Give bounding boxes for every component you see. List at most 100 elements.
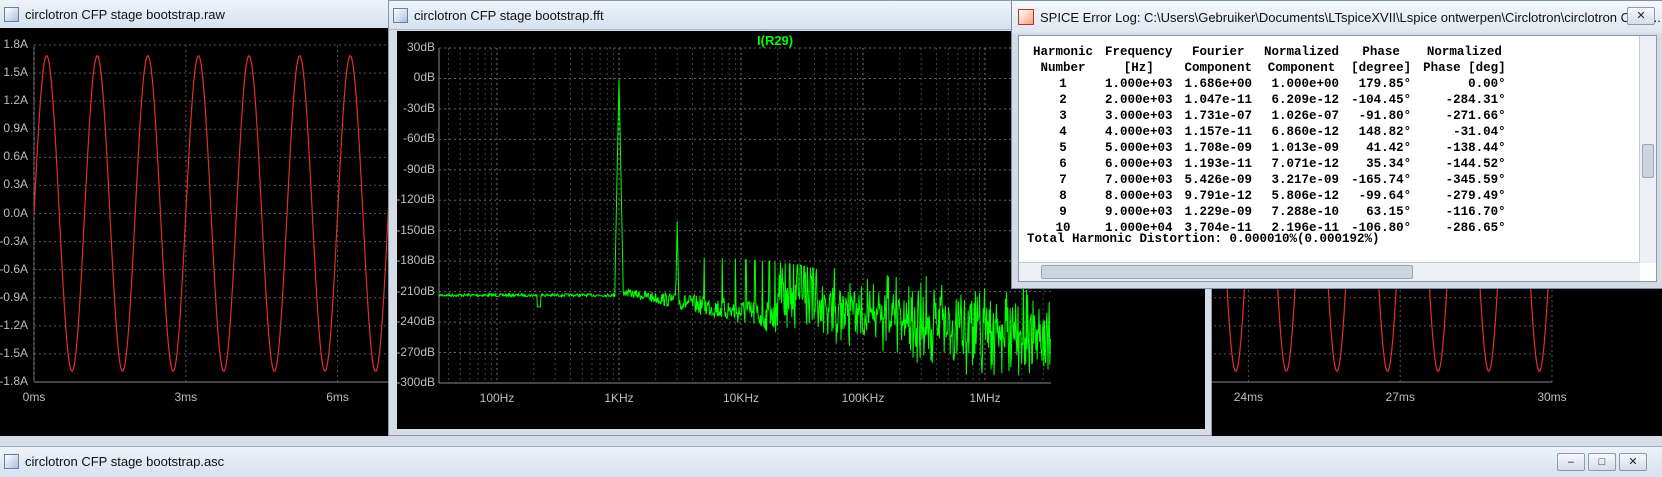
- header-number: Number: [1040, 61, 1086, 75]
- error-log-vertical-scrollbar[interactable]: [1639, 36, 1656, 263]
- horizontal-scroll-thumb[interactable]: [1041, 265, 1413, 279]
- table-cell: 1.193e-11: [1184, 157, 1253, 171]
- schematic-restore-button[interactable]: □: [1588, 453, 1616, 471]
- table-cell: 7: [1059, 173, 1067, 187]
- table-cell: 6.209e-12: [1271, 93, 1340, 107]
- raw-y-tick-label: 1.8A: [3, 37, 28, 51]
- header-component: Component: [1184, 61, 1253, 75]
- schematic-window: circlotron CFP stage bootstrap.asc – □ ✕: [0, 446, 1662, 477]
- fft-x-tick-label: 100KHz: [841, 391, 885, 405]
- fft-y-tick-label: -270dB: [396, 344, 435, 359]
- vertical-scroll-thumb[interactable]: [1642, 144, 1654, 178]
- fft-x-tick-label: 1MHz: [969, 391, 1001, 405]
- fft-y-tick-label: -90dB: [402, 161, 435, 176]
- thd-line: Total Harmonic Distortion: 0.000010%(0.0…: [1027, 232, 1380, 246]
- waveform-doc-icon: [4, 6, 19, 22]
- header-component-2: Component: [1267, 61, 1336, 75]
- table-cell: 1: [1059, 77, 1067, 91]
- table-cell: -116.70°: [1445, 205, 1506, 219]
- header-harmonic: Harmonic: [1033, 45, 1094, 59]
- table-cell: 63.15°: [1366, 205, 1412, 219]
- table-cell: -91.80°: [1358, 109, 1412, 123]
- table-cell: 7.288e-10: [1271, 205, 1340, 219]
- table-cell: -104.45°: [1351, 93, 1412, 107]
- table-cell: 9: [1059, 205, 1067, 219]
- fft-window-title: circlotron CFP stage bootstrap.fft: [414, 7, 604, 23]
- error-log-window: SPICE Error Log: C:\Users\Gebruiker\Docu…: [1011, 0, 1662, 289]
- raw-x-tick-label: 27ms: [1385, 390, 1415, 404]
- table-row: 1 1.000e+03 1.686e+00 1.000e+00 179.85° 0.00°: [1027, 76, 1512, 92]
- error-log-titlebar[interactable]: SPICE Error Log: C:\Users\Gebruiker\Docu…: [1012, 1, 1662, 33]
- table-cell: 3: [1059, 109, 1067, 123]
- header-hz: [Hz]: [1123, 61, 1154, 75]
- fft-x-tick-label: 10KHz: [722, 391, 760, 405]
- table-cell: 6.000e+03: [1105, 157, 1173, 171]
- table-cell: -138.44°: [1445, 141, 1506, 155]
- table-cell: 1.013e-09: [1271, 141, 1340, 155]
- raw-y-tick-label: -1.8A: [0, 374, 28, 388]
- raw-x-tick-label: 6ms: [326, 390, 349, 404]
- error-log-close-button[interactable]: ✕: [1627, 7, 1655, 25]
- table-cell: 179.85°: [1358, 77, 1412, 91]
- table-cell: 5: [1059, 141, 1067, 155]
- table-cell: 1.026e-07: [1271, 109, 1340, 123]
- schematic-window-title: circlotron CFP stage bootstrap.asc: [25, 453, 225, 469]
- header-degree: [degree]: [1351, 61, 1412, 75]
- header-fourier: Fourier: [1192, 45, 1245, 59]
- header-normalized: Normalized: [1264, 45, 1340, 59]
- table-row: 4 4.000e+03 1.157e-11 6.860e-12 148.82° -31.0…: [1027, 124, 1512, 140]
- table-cell: 1.229e-09: [1184, 205, 1253, 219]
- table-cell: 3.000e+03: [1105, 109, 1173, 123]
- fft-x-tick-label: 1KHz: [604, 391, 634, 405]
- raw-x-tick-label: 30ms: [1537, 390, 1567, 404]
- table-cell: 1.000e+03: [1105, 77, 1173, 91]
- raw-y-tick-label: -0.3A: [0, 233, 28, 248]
- table-cell: 2.000e+03: [1105, 93, 1173, 107]
- fft-y-tick-label: 30dB: [406, 40, 435, 54]
- table-cell: 6: [1059, 157, 1067, 171]
- table-cell: 9.791e-12: [1184, 189, 1253, 203]
- schematic-doc-icon: [4, 453, 19, 469]
- table-cell: 8.000e+03: [1105, 189, 1173, 203]
- raw-window-titlebar[interactable]: circlotron CFP stage bootstrap.raw: [0, 0, 390, 29]
- schematic-minimize-button[interactable]: –: [1557, 453, 1585, 471]
- table-cell: 148.82°: [1358, 125, 1412, 139]
- fft-y-tick-label: -60dB: [402, 131, 435, 146]
- fft-x-tick-label: 100Hz: [479, 391, 515, 405]
- header-phase: Phase: [1362, 45, 1400, 59]
- table-cell: 1.047e-11: [1184, 93, 1253, 107]
- table-cell: 1.686e+00: [1184, 77, 1253, 91]
- fft-y-tick-label: -300dB: [396, 375, 435, 389]
- table-cell: 35.34°: [1366, 157, 1412, 171]
- raw-y-tick-label: 0.6A: [3, 149, 28, 164]
- table-cell: 4: [1059, 125, 1067, 139]
- table-row: 8 8.000e+03 9.791e-12 5.806e-12 -99.64° -279.…: [1027, 188, 1512, 204]
- table-cell: -99.64°: [1358, 189, 1412, 203]
- table-cell: 7.000e+03: [1105, 173, 1173, 187]
- header-frequency: Frequency: [1105, 45, 1173, 59]
- table-cell: -31.04°: [1453, 125, 1506, 139]
- raw-y-tick-label: 0.3A: [3, 177, 28, 192]
- table-row: 9 9.000e+03 1.229e-09 7.288e-10 63.15° -116.7…: [1027, 204, 1512, 220]
- fft-y-tick-label: -240dB: [396, 314, 435, 329]
- raw-y-tick-label: -1.2A: [0, 317, 28, 332]
- table-cell: 8: [1059, 189, 1067, 203]
- table-cell: 7.071e-12: [1271, 157, 1340, 171]
- fft-y-tick-label: -30dB: [402, 100, 435, 115]
- fft-spectrum-trace: [438, 78, 1051, 376]
- table-cell: 1.000e+00: [1271, 77, 1340, 91]
- schematic-close-button[interactable]: ✕: [1619, 453, 1647, 471]
- fft-trace-label[interactable]: I(R29): [757, 33, 793, 48]
- table-row: 3 3.000e+03 1.731e-07 1.026e-07 -91.80° -271.…: [1027, 108, 1512, 124]
- fft-y-tick-label: -150dB: [396, 222, 435, 237]
- error-log-title: SPICE Error Log: C:\Users\Gebruiker\Docu…: [1040, 9, 1661, 25]
- raw-window-title: circlotron CFP stage bootstrap.raw: [25, 6, 225, 22]
- error-log-horizontal-scrollbar[interactable]: [1019, 262, 1640, 281]
- raw-y-tick-label: -0.6A: [0, 261, 28, 276]
- table-cell: 5.000e+03: [1105, 141, 1173, 155]
- table-cell: 6.860e-12: [1271, 125, 1340, 139]
- fft-y-tick-label: 0dB: [413, 70, 435, 85]
- table-cell: 1.731e-07: [1184, 109, 1253, 123]
- table-row: 2 2.000e+03 1.047e-11 6.209e-12 -104.45° -284…: [1027, 92, 1512, 108]
- error-log-content[interactable]: Harmonic Frequency Fourier Normalized Ph…: [1018, 35, 1657, 282]
